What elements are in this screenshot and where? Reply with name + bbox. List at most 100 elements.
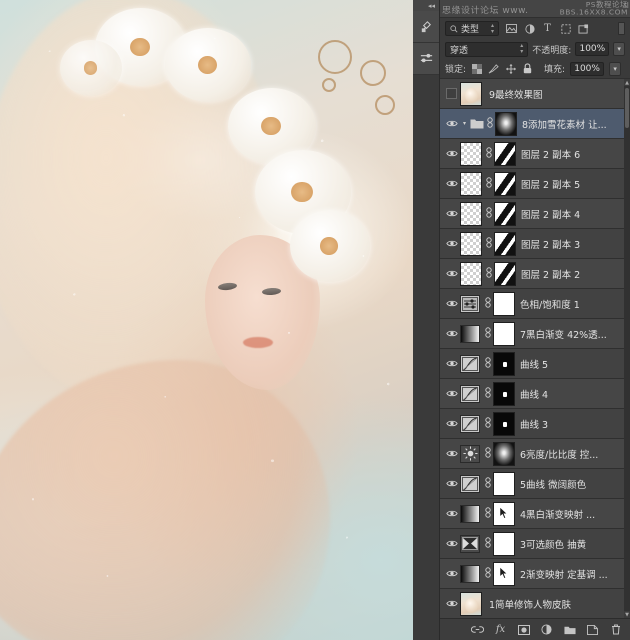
layer-mask-thumbnail[interactable] (494, 141, 516, 166)
chevron-updown-icon[interactable]: ▴ ▾ (518, 43, 525, 55)
mask-link-icon[interactable] (484, 266, 494, 281)
eye-icon[interactable] (445, 209, 458, 218)
layer-mask-thumbnail[interactable] (493, 531, 515, 556)
layer-name[interactable]: 图层 2 副本 3 (516, 237, 630, 251)
layer-name[interactable]: 6亮度/比比度 控... (515, 447, 630, 461)
eye-icon[interactable] (445, 419, 458, 428)
layer-row[interactable]: 曲线 5 (440, 349, 630, 379)
scroll-down-arrow-icon[interactable]: ▼ (624, 611, 630, 618)
layer-row[interactable]: 曲线 4 (440, 379, 630, 409)
layer-mask-thumbnail[interactable] (493, 351, 515, 376)
layer-name[interactable]: 2渐变映射 定基调 ... (515, 567, 630, 581)
layer-name[interactable]: 9最终效果图 (484, 87, 630, 101)
layer-mask-thumbnail[interactable] (493, 321, 515, 346)
eye-icon[interactable] (445, 119, 458, 128)
layer-row[interactable]: 9最终效果图 (440, 79, 630, 109)
layer-row[interactable]: ▾ 8添加雪花素材 让... (440, 109, 630, 139)
layer-mask-thumbnail[interactable] (493, 441, 515, 466)
layer-thumbnail[interactable] (460, 591, 482, 616)
filter-enable-toggle[interactable] (618, 22, 625, 35)
mask-link-icon[interactable] (483, 476, 493, 491)
layer-visibility-toggle[interactable] (443, 88, 460, 99)
mask-link-icon[interactable] (483, 506, 493, 521)
mask-link-icon[interactable] (484, 236, 494, 251)
new-adjustment-layer-button[interactable] (540, 623, 553, 636)
eye-icon[interactable] (445, 509, 458, 518)
layer-mask-thumbnail[interactable] (493, 291, 515, 316)
eye-icon[interactable] (445, 599, 458, 608)
filter-adjustment-layers-icon[interactable] (524, 23, 535, 34)
filter-type-select[interactable]: 类型 ▴ ▾ (445, 21, 499, 36)
layer-name[interactable]: 曲线 3 (515, 417, 630, 431)
layer-thumbnail[interactable] (460, 201, 482, 226)
chevron-updown-icon[interactable]: ▴ ▾ (489, 22, 496, 35)
filter-smart-object-icon[interactable] (578, 23, 589, 34)
layer-thumbnail[interactable] (460, 81, 482, 106)
layer-thumbnail[interactable] (460, 261, 482, 286)
layer-name[interactable]: 图层 2 副本 2 (516, 267, 630, 281)
layer-visibility-toggle[interactable] (443, 599, 460, 608)
layer-thumbnail[interactable] (460, 231, 482, 256)
eye-icon[interactable] (445, 569, 458, 578)
layer-list[interactable]: 9最终效果图 ▾ 8添加雪花素材 让... 图层 2 副本 6 图层 2 副本 5 图层 … (440, 79, 630, 618)
lock-image-pixels-icon[interactable] (488, 63, 499, 74)
layer-mask-thumbnail[interactable] (494, 171, 516, 196)
layer-thumbnail[interactable] (460, 171, 482, 196)
layer-row[interactable]: 曲线 3 (440, 409, 630, 439)
lock-all-icon[interactable] (522, 63, 533, 74)
eye-icon[interactable] (445, 149, 458, 158)
scroll-up-arrow-icon[interactable]: ▲ (624, 79, 630, 86)
layer-visibility-toggle[interactable] (443, 149, 460, 158)
eye-icon[interactable] (445, 449, 458, 458)
mask-link-icon[interactable] (484, 146, 494, 161)
layer-row[interactable]: 图层 2 副本 3 (440, 229, 630, 259)
image-canvas[interactable] (0, 0, 413, 640)
layer-mask-thumbnail[interactable] (493, 381, 515, 406)
add-layer-style-button[interactable]: fx (494, 623, 507, 636)
layer-visibility-toggle[interactable] (443, 449, 460, 458)
layer-mask-thumbnail[interactable] (494, 201, 516, 226)
layer-name[interactable]: 8添加雪花素材 让... (517, 117, 630, 131)
mask-link-icon[interactable] (483, 536, 493, 551)
eye-icon[interactable] (445, 389, 458, 398)
layer-visibility-toggle[interactable] (443, 179, 460, 188)
filter-shape-layers-icon[interactable] (560, 23, 571, 34)
layer-mask-thumbnail[interactable] (493, 561, 515, 586)
layer-row[interactable]: 5曲线 微阔颜色 (440, 469, 630, 499)
eye-icon[interactable] (445, 269, 458, 278)
delete-layer-button[interactable] (609, 623, 622, 636)
layer-name[interactable]: 色相/饱和度 1 (515, 297, 630, 311)
layer-name[interactable]: 1简单修饰人物皮肤 (484, 597, 630, 611)
layer-name[interactable]: 曲线 4 (515, 387, 630, 401)
layer-visibility-toggle[interactable] (443, 359, 460, 368)
mask-link-icon[interactable] (483, 386, 493, 401)
layer-mask-thumbnail[interactable] (493, 471, 515, 496)
layer-mask-thumbnail[interactable] (494, 261, 516, 286)
visibility-empty-box[interactable] (446, 88, 457, 99)
layer-row[interactable]: 3可选颜色 抽黄 (440, 529, 630, 559)
blend-mode-select[interactable]: 穿透 ▴ ▾ (445, 41, 529, 57)
fill-value[interactable]: 100% (570, 61, 605, 76)
layer-visibility-toggle[interactable] (443, 119, 460, 128)
mask-link-icon[interactable] (483, 326, 493, 341)
layer-visibility-toggle[interactable] (443, 209, 460, 218)
new-group-button[interactable] (563, 623, 576, 636)
opacity-dropdown-button[interactable]: ▾ (613, 42, 625, 56)
layer-visibility-toggle[interactable] (443, 539, 460, 548)
double-arrow-icon[interactable]: ◂◂ (428, 3, 435, 10)
mask-link-icon[interactable] (483, 416, 493, 431)
layer-visibility-toggle[interactable] (443, 509, 460, 518)
layer-mask-thumbnail[interactable] (494, 231, 516, 256)
filter-type-layers-icon[interactable]: T (542, 23, 553, 34)
panel-tab-strip[interactable]: 思缘设计论坛 www. PS教程论坛 BBS.16XX8.COM ⁝⁝ (440, 0, 630, 18)
layer-name[interactable]: 曲线 5 (515, 357, 630, 371)
eye-icon[interactable] (445, 539, 458, 548)
dock-item-history-brush[interactable] (413, 11, 439, 43)
eye-icon[interactable] (445, 299, 458, 308)
layer-row[interactable]: 色相/饱和度 1 (440, 289, 630, 319)
layer-name[interactable]: 4黑白渐变映射 ... (515, 507, 630, 521)
layer-visibility-toggle[interactable] (443, 299, 460, 308)
layer-row[interactable]: 2渐变映射 定基调 ... (440, 559, 630, 589)
layer-name[interactable]: 图层 2 副本 5 (516, 177, 630, 191)
dock-item-adjustments[interactable] (413, 43, 439, 75)
